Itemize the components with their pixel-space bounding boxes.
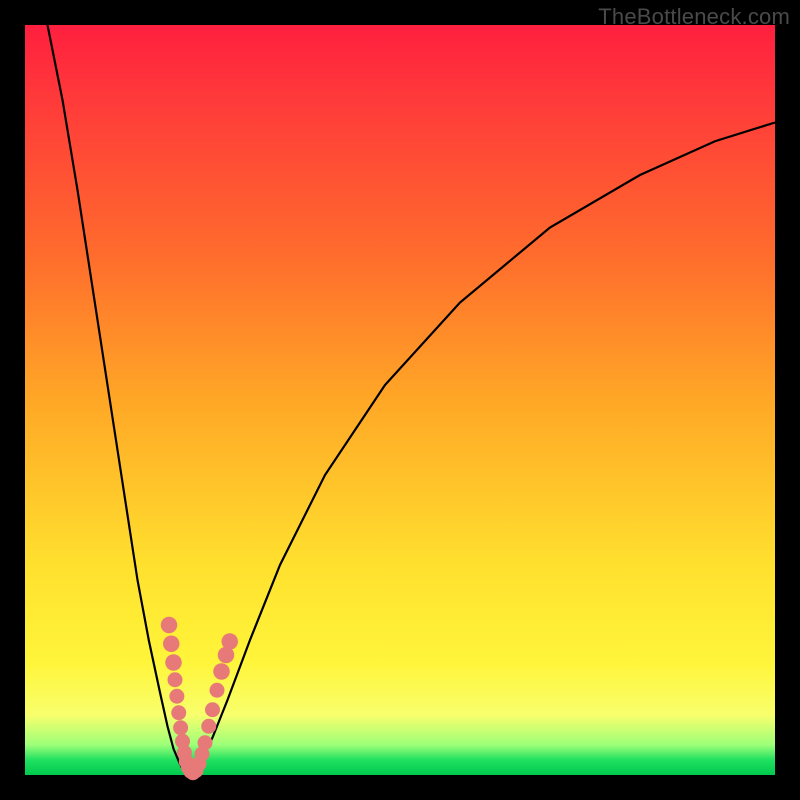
data-marker: [173, 720, 188, 735]
chart-svg: [25, 25, 775, 775]
data-marker: [163, 636, 180, 653]
data-marker: [161, 617, 178, 634]
data-marker: [205, 702, 220, 717]
data-marker: [213, 663, 230, 680]
data-marker: [168, 672, 183, 687]
data-marker: [210, 683, 225, 698]
data-marker: [171, 705, 186, 720]
data-marker: [198, 735, 213, 750]
data-marker: [165, 654, 182, 671]
data-markers: [161, 617, 238, 781]
outer-frame: TheBottleneck.com: [0, 0, 800, 800]
curve-right-branch: [189, 123, 776, 776]
plot-area: [25, 25, 775, 775]
data-marker: [222, 633, 239, 650]
data-marker: [169, 689, 184, 704]
data-marker: [201, 719, 216, 734]
watermark-text: TheBottleneck.com: [598, 4, 790, 30]
